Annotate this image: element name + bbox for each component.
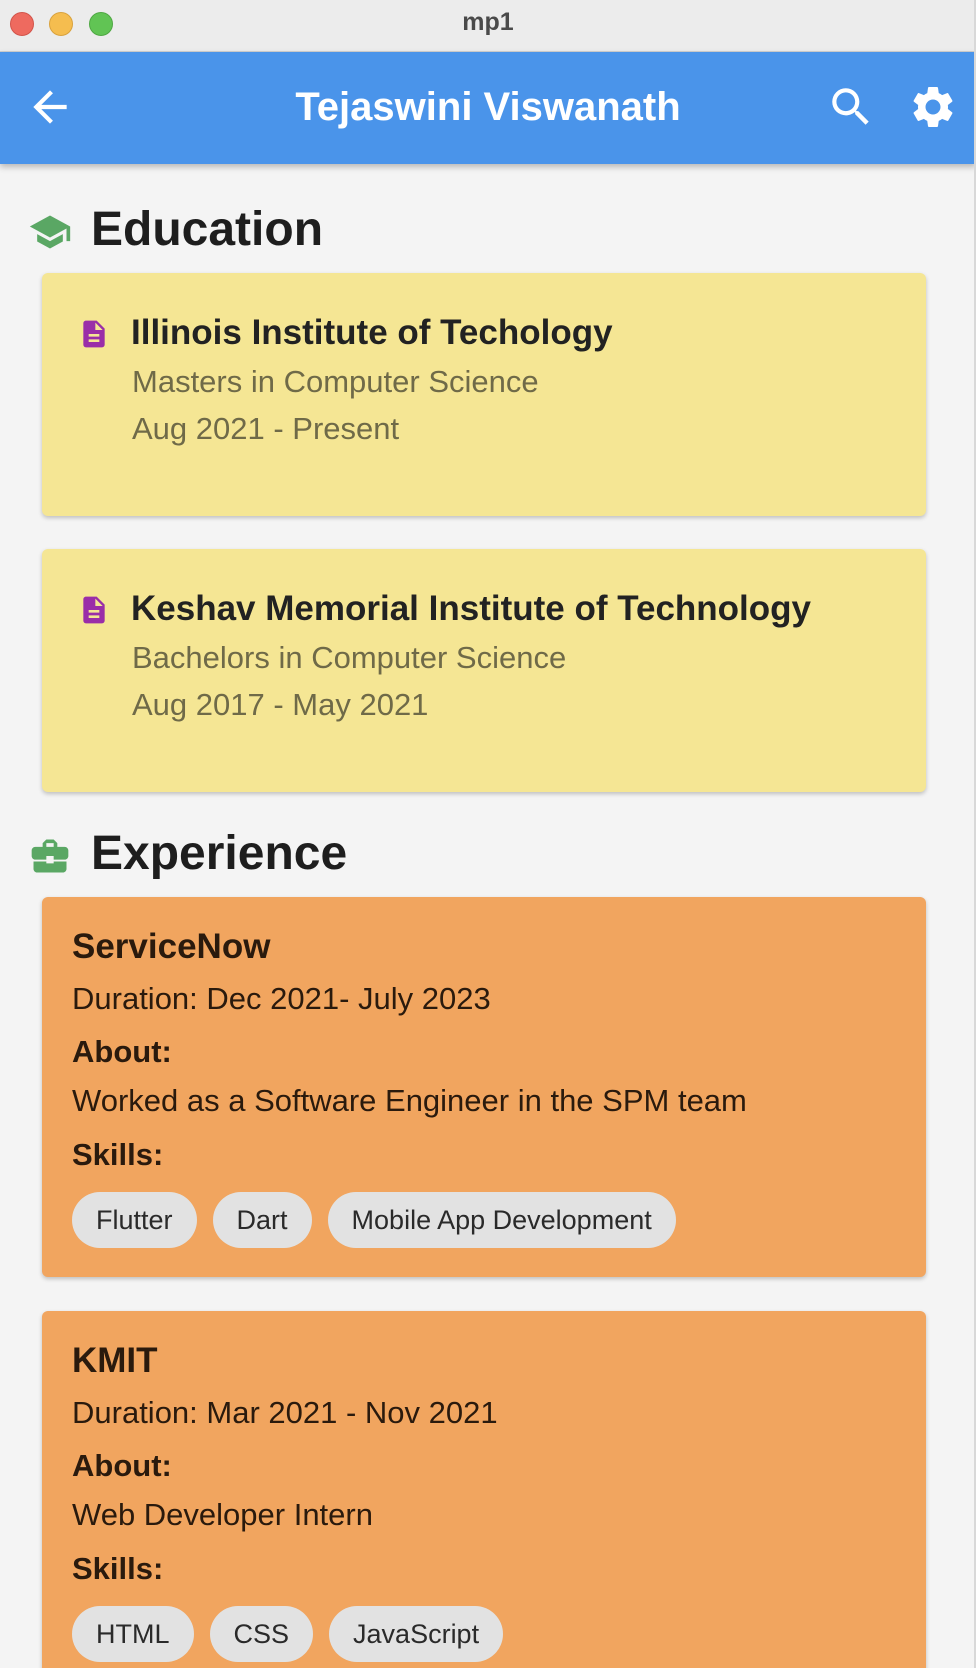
about-text: Web Developer Intern — [72, 1497, 373, 1532]
degree: Masters in Computer Science — [132, 364, 539, 399]
skill-chip[interactable]: Dart — [212, 1192, 312, 1248]
education-card: Illinois Institute of Techology Masters … — [42, 273, 926, 516]
gear-icon — [913, 86, 953, 127]
search-button[interactable] — [826, 82, 876, 132]
skills-chips: HTML CSS JavaScript — [72, 1606, 504, 1662]
education-card: Keshav Memorial Institute of Technology … — [42, 549, 926, 792]
search-icon — [832, 88, 869, 125]
company-name: ServiceNow — [72, 927, 271, 966]
skill-chip[interactable]: Mobile App Development — [327, 1192, 676, 1248]
skill-chip[interactable]: Flutter — [72, 1192, 197, 1248]
skill-chip[interactable]: HTML — [72, 1606, 194, 1662]
education-dates: Aug 2017 - May 2021 — [132, 687, 429, 722]
document-icon — [83, 320, 105, 348]
experience-card: ServiceNow Duration: Dec 2021- July 2023… — [42, 897, 926, 1277]
education-dates: Aug 2021 - Present — [132, 411, 400, 446]
settings-button[interactable] — [908, 82, 958, 132]
about-label: About: — [72, 1034, 172, 1069]
about-text: Worked as a Software Engineer in the SPM… — [72, 1083, 747, 1118]
window-titlebar: mp1 — [0, 0, 974, 52]
skills-label: Skills: — [72, 1137, 164, 1172]
app-bar: Tejaswini Viswanath — [0, 52, 974, 164]
briefcase-icon — [31, 839, 69, 873]
company-name: KMIT — [72, 1341, 158, 1380]
experience-card: KMIT Duration: Mar 2021 - Nov 2021 About… — [42, 1311, 926, 1668]
experience-heading: Experience — [91, 827, 348, 880]
skill-chip[interactable]: JavaScript — [329, 1606, 504, 1662]
school-name: Keshav Memorial Institute of Technology — [131, 589, 812, 628]
duration: Duration: Dec 2021- July 2023 — [72, 981, 491, 1016]
school-name: Illinois Institute of Techology — [131, 313, 613, 352]
skills-chips: Flutter Dart Mobile App Development — [72, 1192, 676, 1248]
document-icon — [83, 596, 105, 624]
about-label: About: — [72, 1448, 172, 1483]
skills-label: Skills: — [72, 1551, 164, 1586]
graduation-cap-icon — [29, 215, 71, 249]
education-heading: Education — [91, 203, 324, 256]
duration: Duration: Mar 2021 - Nov 2021 — [72, 1395, 498, 1430]
skill-chip[interactable]: CSS — [209, 1606, 314, 1662]
degree: Bachelors in Computer Science — [132, 640, 567, 675]
app-window: mp1 Tejaswini Viswanath Education Illino… — [0, 0, 976, 1668]
window-title: mp1 — [462, 8, 514, 36]
